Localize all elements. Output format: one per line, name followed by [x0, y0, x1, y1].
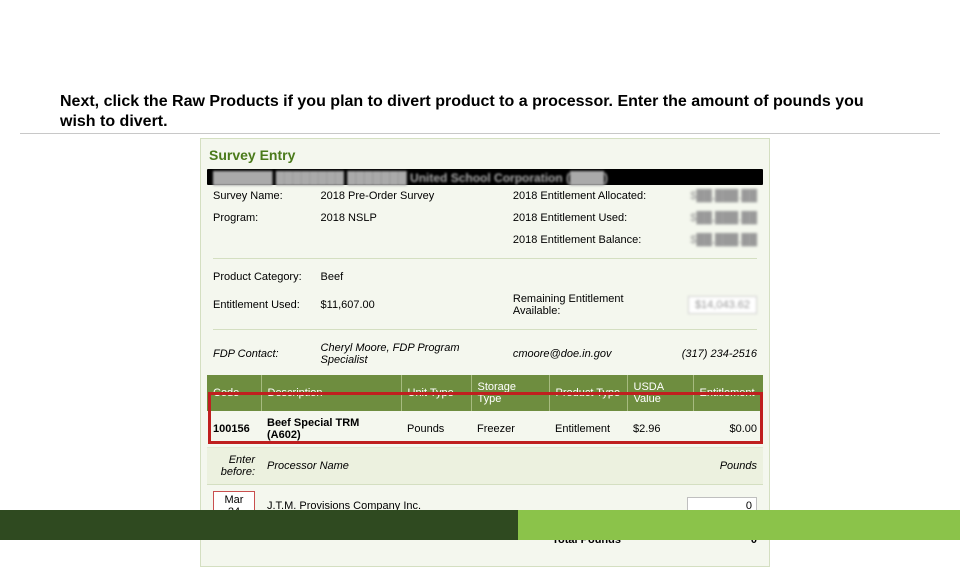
fdp-email: cmoore@doe.in.gov — [507, 337, 674, 371]
label-processor-name: Processor Name — [261, 448, 627, 485]
value-ent-balance: $██,███.██ — [673, 229, 763, 251]
col-description: Description — [261, 375, 401, 411]
panel-title: Survey Entry — [207, 143, 763, 169]
survey-entry-panel: Survey Entry ███████ ████████ ███████ Un… — [200, 138, 770, 567]
cell-ptype: Entitlement — [549, 411, 627, 448]
product-row: 100156 Beef Special TRM (A602) Pounds Fr… — [207, 411, 763, 448]
school-corp-bar: ███████ ████████ ███████ United School C… — [207, 169, 763, 185]
label-program: Program: — [207, 207, 315, 229]
value-prod-cat: Beef — [315, 266, 507, 288]
col-entitlement: Entitlement — [693, 375, 763, 411]
value-remaining: $14,043.62 — [688, 296, 757, 314]
processor-subheader: Enter before: Processor Name Pounds — [207, 448, 763, 485]
label-prod-cat: Product Category: — [207, 266, 315, 288]
label-enter-before: Enter before: — [207, 448, 261, 485]
value-ent-allocated: $██,███.██ — [673, 185, 763, 207]
col-product-type: Product Type — [549, 375, 627, 411]
meta-table: Survey Name: 2018 Pre-Order Survey 2018 … — [207, 185, 763, 371]
value-ent-used2: $11,607.00 — [315, 288, 507, 322]
label-remaining: Remaining Entitlement Available: — [507, 288, 674, 322]
value-survey-name: 2018 Pre-Order Survey — [315, 185, 507, 207]
col-usda-value: USDA Value — [627, 375, 693, 411]
col-storage-type: Storage Type — [471, 375, 549, 411]
fdp-phone: (317) 234-2516 — [673, 337, 763, 371]
grid-header: Code Description Unit Type Storage Type … — [207, 375, 763, 411]
label-pounds: Pounds — [627, 448, 763, 485]
label-fdp-contact: FDP Contact: — [207, 337, 315, 371]
label-ent-used: 2018 Entitlement Used: — [507, 207, 674, 229]
cell-storage: Freezer — [471, 411, 549, 448]
label-ent-allocated: 2018 Entitlement Allocated: — [507, 185, 674, 207]
cell-unit: Pounds — [401, 411, 471, 448]
divider — [20, 133, 940, 134]
instruction-text: Next, click the Raw Products if you plan… — [60, 92, 880, 132]
cell-code: 100156 — [207, 411, 261, 448]
slide-footer-bar — [0, 510, 960, 540]
value-ent-used: $██,███.██ — [673, 207, 763, 229]
label-ent-balance: 2018 Entitlement Balance: — [507, 229, 674, 251]
col-unit-type: Unit Type — [401, 375, 471, 411]
fdp-name: Cheryl Moore, FDP Program Specialist — [315, 337, 507, 371]
value-program: 2018 NSLP — [315, 207, 507, 229]
label-ent-used2: Entitlement Used: — [207, 288, 315, 322]
cell-desc: Beef Special TRM (A602) — [261, 411, 401, 448]
school-corp-name: ███████ ████████ ███████ United School C… — [213, 171, 608, 185]
cell-usda: $2.96 — [627, 411, 693, 448]
col-code: Code — [207, 375, 261, 411]
cell-ent: $0.00 — [693, 411, 763, 448]
label-survey-name: Survey Name: — [207, 185, 315, 207]
